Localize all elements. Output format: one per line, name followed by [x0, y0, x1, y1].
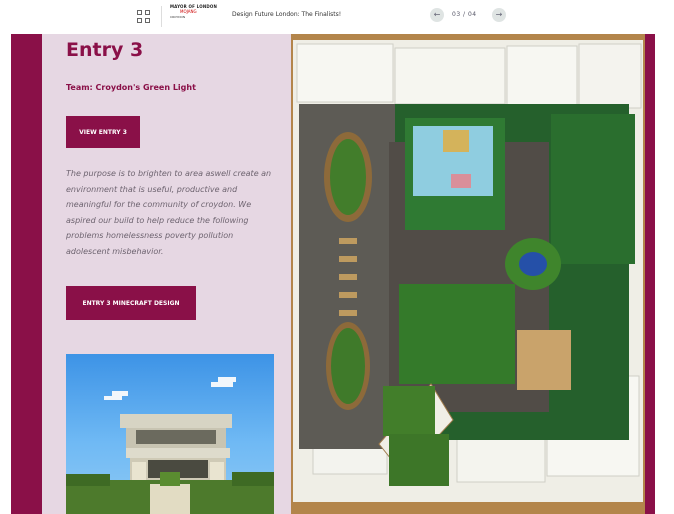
- partner-logo: MAYOR OF LONDON MOJANG CROYDON: [170, 4, 226, 30]
- top-toolbar: MAYOR OF LONDON MOJANG CROYDON Design Fu…: [0, 0, 674, 33]
- view-entry-button[interactable]: VIEW ENTRY 3: [66, 116, 140, 148]
- document-title: Design Future London: The Finalists!: [232, 11, 342, 18]
- logo-line-2: MOJANG: [180, 9, 197, 14]
- model-photo: [291, 34, 645, 514]
- minecraft-design-button[interactable]: ENTRY 3 MINECRAFT DESIGN: [66, 286, 196, 320]
- page-counter: 03 / 04: [452, 11, 477, 18]
- entry-info-panel: Entry 3 Team: Croydon's Green Light VIEW…: [42, 34, 291, 514]
- arrow-right-icon[interactable]: →: [492, 8, 506, 22]
- grid-icon[interactable]: [137, 10, 150, 23]
- garden-model-image: [291, 34, 645, 514]
- toolbar-divider: [161, 6, 162, 27]
- logo-line-3: CROYDON: [170, 15, 186, 19]
- entry-description: The purpose is to brighten to area aswel…: [66, 169, 272, 256]
- arrow-left-icon[interactable]: ←: [430, 8, 444, 22]
- entry-title: Entry 3: [66, 39, 144, 61]
- minecraft-scene: [66, 377, 274, 514]
- minecraft-screenshot: [66, 354, 274, 514]
- team-name: Team: Croydon's Green Light: [66, 83, 196, 92]
